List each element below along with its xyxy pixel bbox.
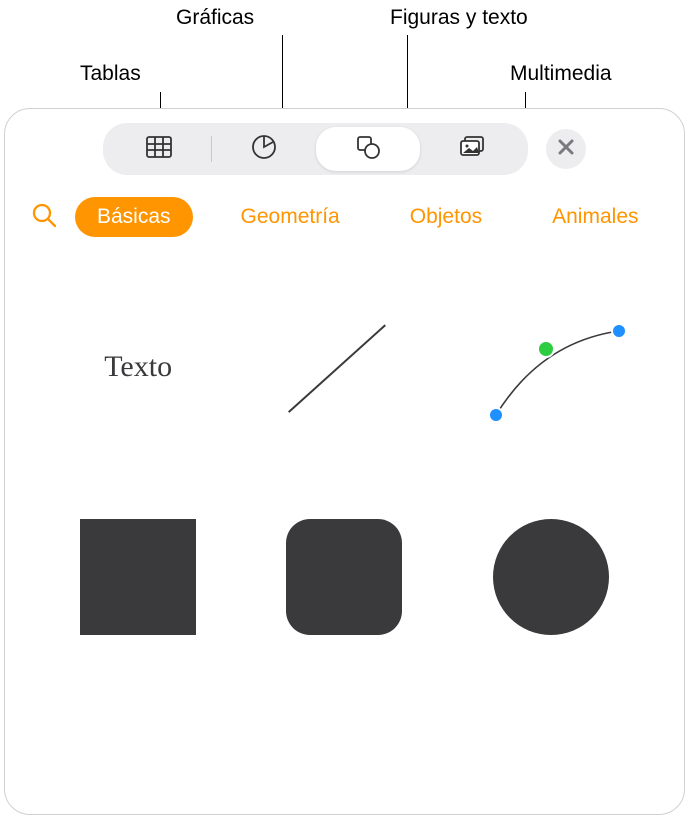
line-icon: [279, 312, 409, 422]
media-icon: [457, 132, 487, 167]
callout-graficas: Gráficas: [176, 6, 254, 30]
shapes-icon: [353, 132, 383, 167]
insert-panel: Básicas Geometría Objetos Animales Texto: [4, 108, 685, 815]
close-icon: [557, 138, 575, 161]
curve-icon: [471, 307, 631, 427]
pie-chart-icon: [249, 132, 279, 167]
media-button[interactable]: [420, 127, 524, 171]
close-button[interactable]: [546, 129, 586, 169]
table-icon: [144, 132, 174, 167]
tab-basicas[interactable]: Básicas: [75, 197, 193, 237]
shape-text[interactable]: Texto: [68, 307, 208, 427]
callout-multimedia: Multimedia: [510, 62, 612, 86]
callout-tablas: Tablas: [80, 62, 141, 86]
text-shape-label: Texto: [104, 350, 172, 384]
square-icon: [80, 519, 196, 635]
toolbar-row: [5, 123, 684, 175]
tab-objetos[interactable]: Objetos: [388, 197, 504, 237]
shape-line[interactable]: [274, 307, 414, 427]
category-list: Básicas Geometría Objetos Animales: [75, 197, 661, 237]
shape-square[interactable]: [68, 517, 208, 637]
shape-rounded-square[interactable]: [274, 517, 414, 637]
circle-icon: [493, 519, 609, 635]
search-button[interactable]: [27, 200, 61, 234]
category-row: Básicas Geometría Objetos Animales: [5, 175, 684, 247]
callout-figuras: Figuras y texto: [390, 6, 528, 30]
charts-button[interactable]: [212, 127, 316, 171]
shapes-grid: Texto: [5, 247, 684, 677]
callouts-area: Tablas Gráficas Figuras y texto Multimed…: [0, 0, 689, 108]
shape-circle[interactable]: [481, 517, 621, 637]
segmented-control: [103, 123, 528, 175]
rounded-square-icon: [286, 519, 402, 635]
shape-curve[interactable]: [481, 307, 621, 427]
shapes-button[interactable]: [316, 127, 420, 171]
tables-button[interactable]: [107, 127, 211, 171]
tab-animales[interactable]: Animales: [530, 197, 660, 237]
search-icon: [30, 201, 58, 234]
tab-geometria[interactable]: Geometría: [219, 197, 362, 237]
